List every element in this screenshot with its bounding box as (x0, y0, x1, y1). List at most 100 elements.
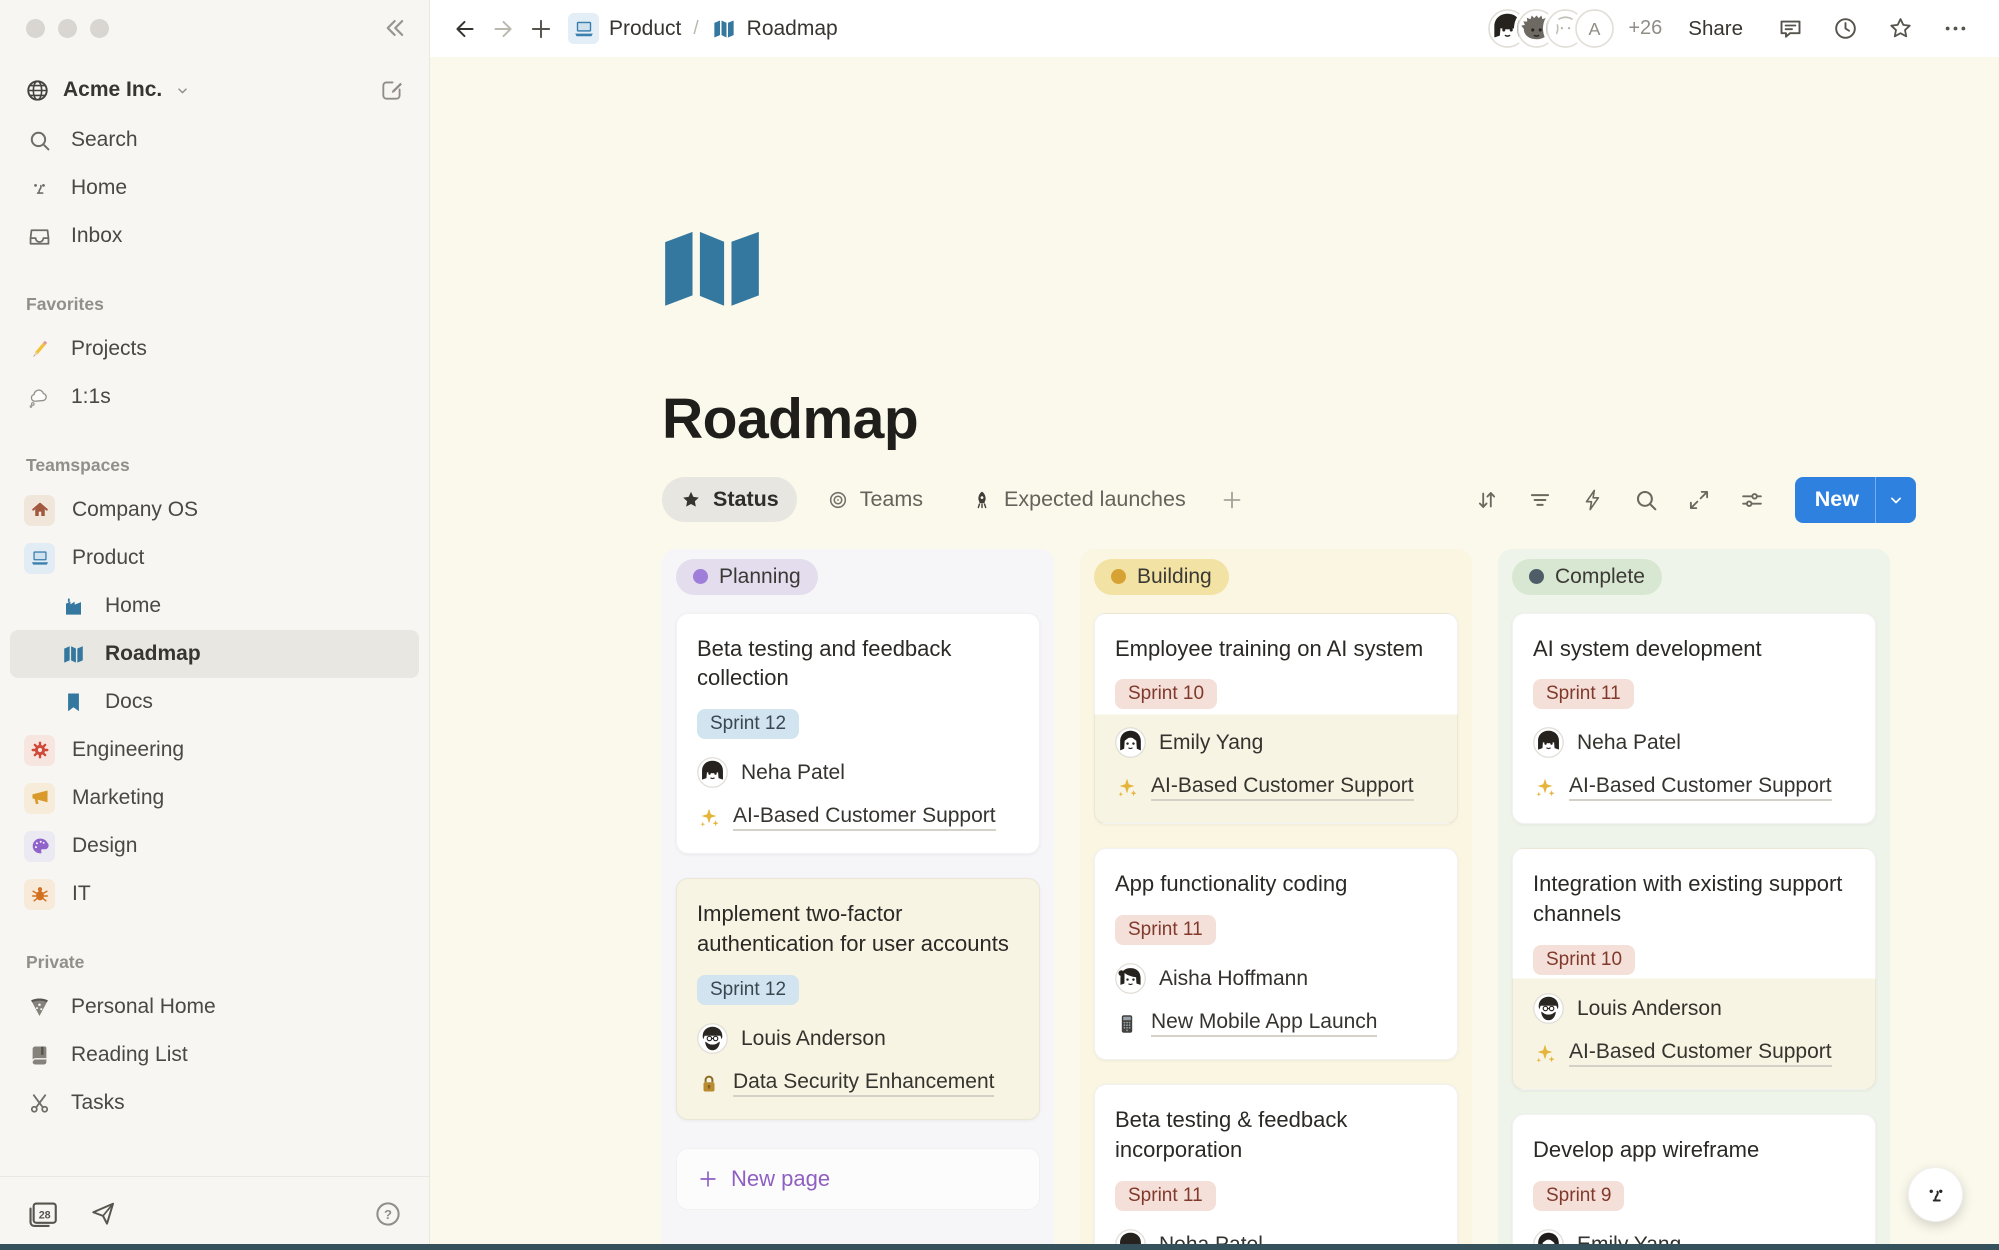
search-button[interactable] (1633, 487, 1659, 513)
kanban-card[interactable]: AI system development Sprint 11Neha Pate… (1512, 613, 1876, 825)
svg-text:A: A (1589, 19, 1601, 39)
sidebar-item-company-os[interactable]: Company OS (10, 486, 419, 534)
sprint-tag: Sprint 10 (1533, 945, 1635, 975)
expand-button[interactable] (1686, 487, 1712, 513)
column-cards: Employee training on AI system Sprint 10… (1094, 613, 1458, 1250)
filter-button[interactable] (1527, 487, 1553, 513)
tab-status[interactable]: Status (662, 477, 797, 522)
related-page-link[interactable]: AI-Based Customer Support (697, 804, 1019, 831)
chevron-down-icon[interactable] (1876, 490, 1916, 510)
window-zoom-button[interactable] (90, 19, 109, 38)
sidebar-item-engineering[interactable]: Engineering (10, 726, 419, 774)
favorite-button[interactable] (1887, 15, 1914, 42)
calendar-icon[interactable]: 28 (26, 1197, 60, 1231)
sidebar-item-roadmap[interactable]: Roadmap (10, 630, 419, 678)
sidebar-item-docs[interactable]: Docs (10, 678, 419, 726)
column-label: Planning (719, 565, 801, 589)
kanban-card[interactable]: Beta testing and feedback collection Spr… (676, 613, 1040, 855)
send-icon[interactable] (88, 1199, 118, 1229)
sidebar-section-title[interactable]: Favorites (0, 260, 429, 325)
add-view-button[interactable] (1220, 488, 1244, 512)
kanban-card[interactable]: Implement two-factor authentication for … (676, 878, 1040, 1120)
kanban-card[interactable]: Employee training on AI system Sprint 10… (1094, 613, 1458, 825)
sidebar-item-reading-list[interactable]: Reading List (10, 1031, 419, 1079)
window-minimize-button[interactable] (58, 19, 77, 38)
sidebar-item-it[interactable]: IT (10, 870, 419, 918)
window-close-button[interactable] (26, 19, 45, 38)
related-page-link[interactable]: AI-Based Customer Support (1115, 774, 1437, 801)
sidebar-item-projects[interactable]: Projects (10, 325, 419, 373)
notion-ai-button[interactable] (1908, 1167, 1963, 1222)
sidebar-item-home[interactable]: Home (10, 582, 419, 630)
sidebar-section-title[interactable]: Teamspaces (0, 421, 429, 486)
palette-icon (29, 835, 51, 857)
breadcrumb-item-product[interactable]: Product (568, 13, 681, 44)
window-bottom-edge (0, 1244, 1999, 1250)
sidebar-sections: Favorites Projects 1:1sTeamspaces Compan… (0, 260, 429, 1127)
comment-icon (1777, 15, 1804, 42)
related-page-label: AI-Based Customer Support (733, 804, 996, 831)
tune-button[interactable] (1739, 487, 1765, 513)
page-icon[interactable] (662, 229, 762, 309)
sidebar-item-marketing[interactable]: Marketing (10, 774, 419, 822)
card-title: Beta testing & feedback incorporation (1115, 1105, 1437, 1165)
kanban-card[interactable]: App functionality coding Sprint 11Aisha … (1094, 848, 1458, 1060)
megaphone-icon (24, 783, 55, 814)
sidebar-section-title[interactable]: Private (0, 918, 429, 983)
window-controls[interactable] (26, 19, 109, 38)
related-page-link[interactable]: Data Security Enhancement (697, 1070, 1019, 1097)
related-page-link[interactable]: AI-Based Customer Support (1533, 1040, 1855, 1067)
sidebar-item-tasks[interactable]: Tasks (10, 1079, 419, 1127)
kanban-card[interactable]: Integration with existing support channe… (1512, 848, 1876, 1090)
sidebar-item-label: Search (71, 128, 138, 152)
column-label: Complete (1555, 565, 1645, 589)
board-column-building: Building Employee training on AI system … (1080, 549, 1472, 1250)
search-icon (27, 128, 52, 153)
history-button[interactable] (1832, 15, 1859, 42)
sidebar-item-personal-home[interactable]: Personal Home (10, 983, 419, 1031)
related-page-link[interactable]: AI-Based Customer Support (1533, 774, 1855, 801)
calendar-icon: 28 (26, 1197, 60, 1231)
member-avatar[interactable]: A (1575, 9, 1614, 48)
sprint-tag: Sprint 11 (1115, 915, 1216, 945)
tab-teams[interactable]: Teams (809, 477, 941, 522)
more-options-button[interactable] (1942, 15, 1969, 42)
sidebar-item-search[interactable]: Search (10, 116, 419, 164)
view-bar: Status Teams Expected launches New (662, 477, 1916, 523)
kanban-card[interactable]: Beta testing & feedback incorporation Sp… (1094, 1084, 1458, 1250)
assignee-name: Neha Patel (741, 761, 845, 785)
sidebar-collapse-button[interactable] (379, 13, 409, 43)
column-header-complete[interactable]: Complete (1512, 559, 1662, 595)
sidebar-item-label: Tasks (71, 1091, 125, 1115)
sort-button[interactable] (1474, 487, 1500, 513)
search-icon (1633, 487, 1659, 513)
column-header-planning[interactable]: Planning (676, 559, 818, 595)
comments-button[interactable] (1777, 15, 1804, 42)
member-avatar-stack[interactable]: A (1488, 9, 1614, 48)
related-page-link[interactable]: New Mobile App Launch (1115, 1010, 1437, 1037)
tab-expected-launches[interactable]: Expected launches (953, 477, 1204, 522)
sprint-tag: Sprint 12 (697, 975, 799, 1005)
plus-icon (528, 16, 554, 42)
new-page-button[interactable]: New page (676, 1148, 1040, 1210)
share-button[interactable]: Share (1688, 17, 1743, 41)
related-page-label: New Mobile App Launch (1151, 1010, 1377, 1037)
back-button[interactable] (446, 10, 484, 48)
new-button[interactable]: New (1795, 477, 1916, 523)
compose-button[interactable] (379, 77, 405, 103)
new-tab-button[interactable] (522, 10, 560, 48)
sidebar-item-product[interactable]: Product (10, 534, 419, 582)
kanban-card[interactable]: Develop app wireframe Sprint 9Emily Yang (1512, 1114, 1876, 1250)
sidebar-item-label: Roadmap (105, 642, 201, 666)
gear-icon (24, 735, 55, 766)
help-button[interactable]: ? (373, 1199, 403, 1229)
forward-button[interactable] (484, 10, 522, 48)
column-header-building[interactable]: Building (1094, 559, 1229, 595)
sidebar-item-design[interactable]: Design (10, 822, 419, 870)
sidebar-item-1-1s[interactable]: 1:1s (10, 373, 419, 421)
workspace-switcher[interactable]: Acme Inc. (0, 64, 429, 116)
sidebar-item-inbox[interactable]: Inbox (10, 212, 419, 260)
sidebar-item-home[interactable]: Home (10, 164, 419, 212)
breadcrumb-item-roadmap[interactable]: Roadmap (711, 16, 838, 42)
bolt-button[interactable] (1580, 487, 1606, 513)
